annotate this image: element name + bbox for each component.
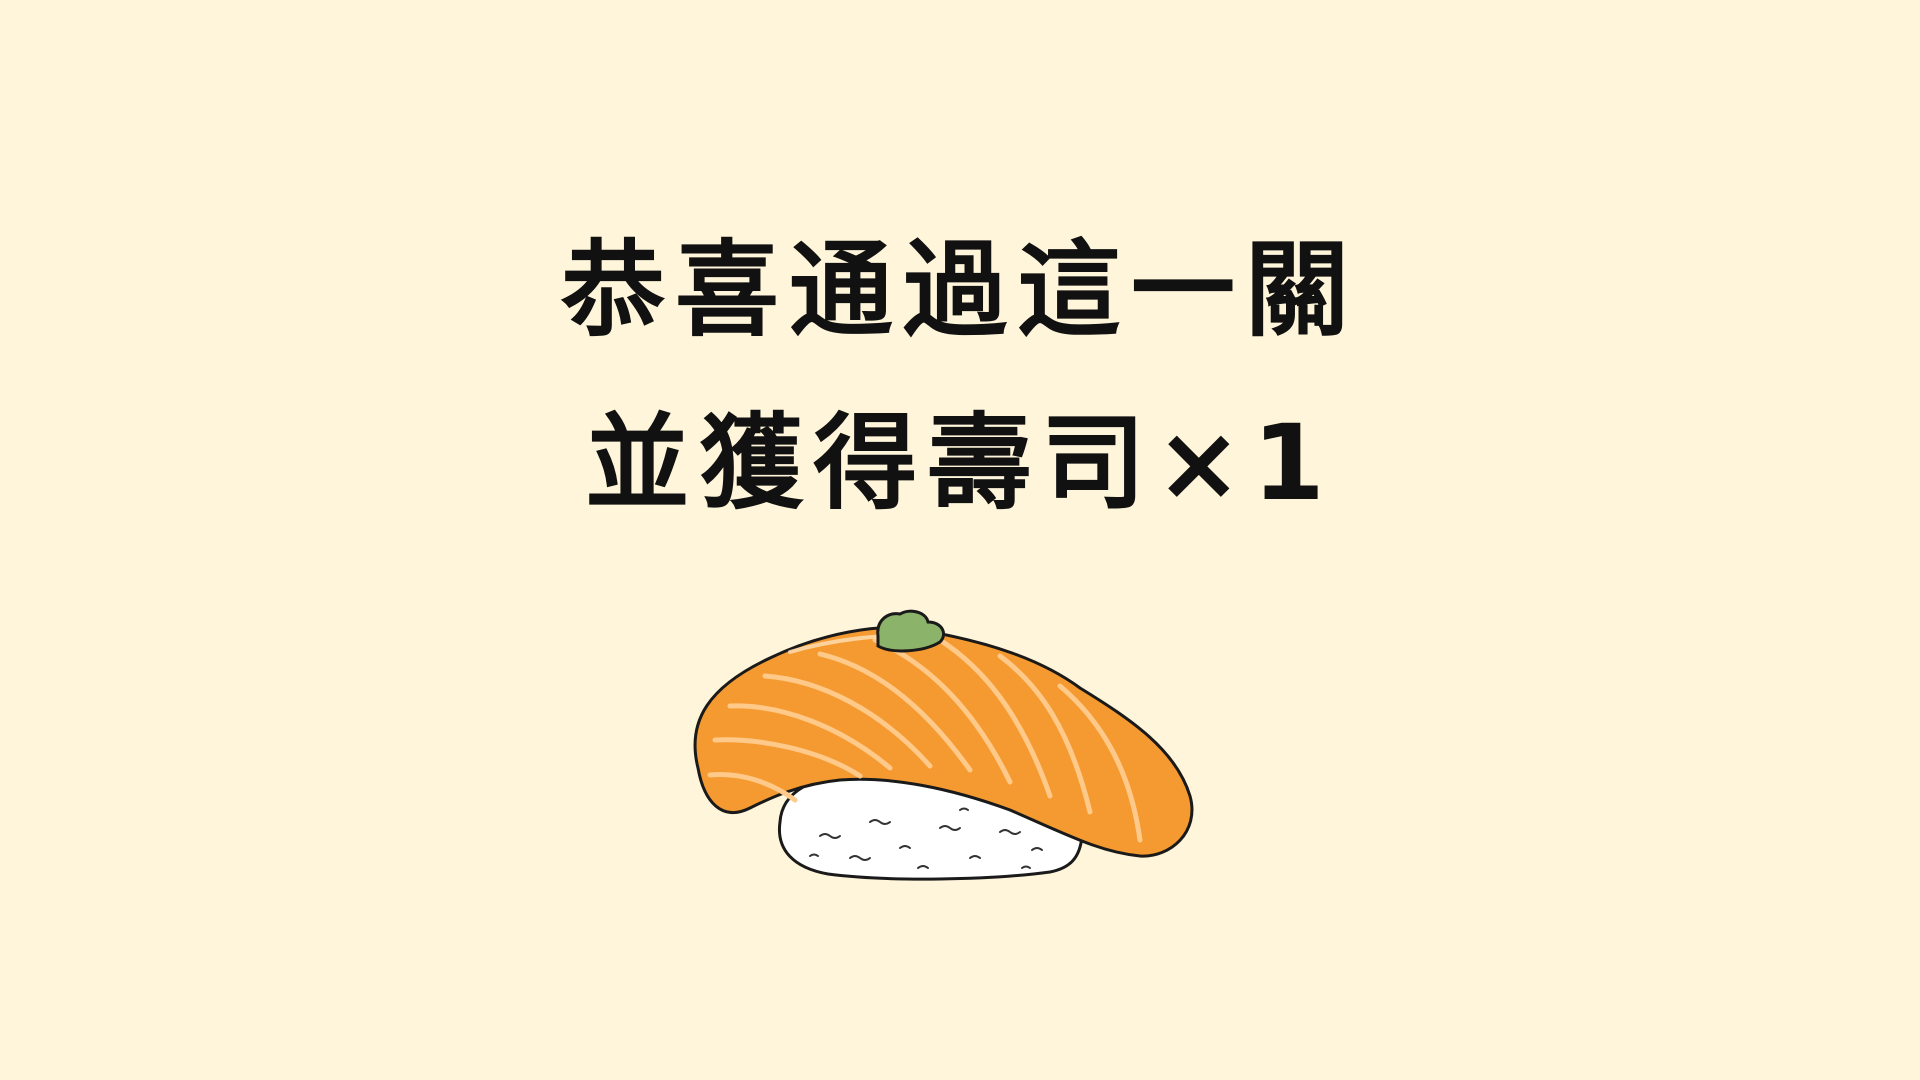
congrats-message: 恭喜通過這一關: [560, 229, 1359, 351]
level-complete-screen: 恭喜通過這一關 並獲得壽司×1: [0, 0, 1920, 1080]
salmon-nigiri-icon: [693, 609, 1194, 881]
wasabi-shape: [876, 609, 945, 653]
reward-message: 並獲得壽司×1: [585, 402, 1335, 524]
